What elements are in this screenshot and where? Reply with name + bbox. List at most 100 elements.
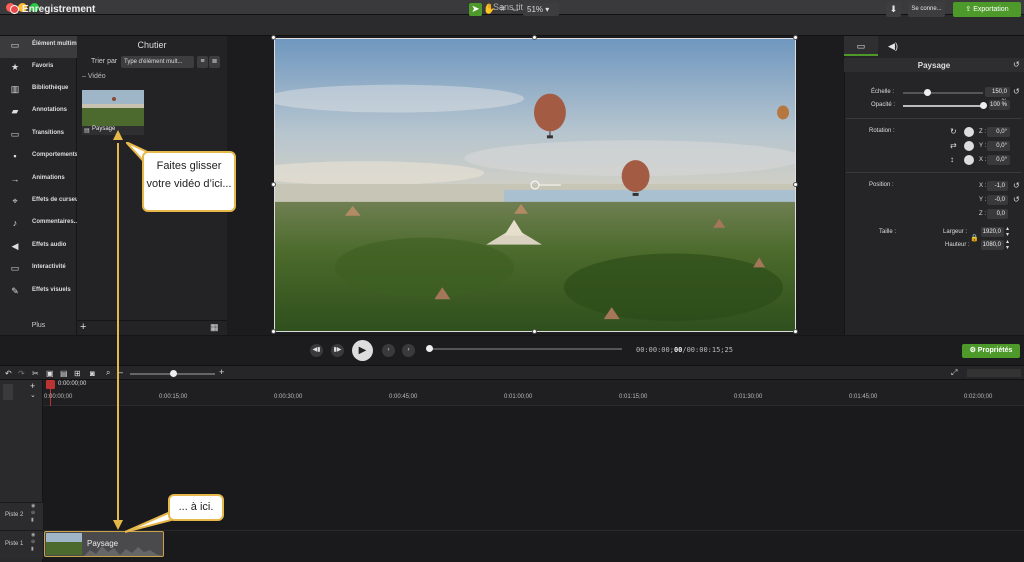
tick-label: 0:01:15;00: [619, 394, 648, 400]
rotation-y-dial[interactable]: [964, 141, 974, 151]
scale-field[interactable]: 150,0 %: [985, 87, 1010, 105]
connect-button[interactable]: Se conne...: [908, 2, 945, 17]
snapshot-icon[interactable]: ◙: [90, 369, 95, 378]
cut-icon[interactable]: ✂: [32, 369, 39, 378]
sidebar-more-button[interactable]: Plus: [0, 322, 77, 335]
rotation-x-field[interactable]: 0,0°: [987, 155, 1010, 165]
zoom-out-icon[interactable]: –: [118, 367, 123, 377]
redo-icon[interactable]: ↷: [18, 369, 25, 378]
next-marker-icon[interactable]: ›: [402, 344, 415, 357]
sort-direction-icon[interactable]: ≣: [209, 56, 220, 68]
position-z-field[interactable]: 0,0: [987, 209, 1008, 219]
zoom-select[interactable]: 51% ▾: [523, 3, 559, 16]
sidebar-item-media[interactable]: ▭ Élément multim...: [0, 36, 82, 58]
opacity-field[interactable]: 100 %: [989, 100, 1010, 110]
opacity-slider-handle[interactable]: [980, 102, 987, 109]
width-field[interactable]: 1920,0: [981, 227, 1004, 237]
previous-frame-icon[interactable]: ◀▮: [310, 344, 323, 357]
resize-handle-right[interactable]: [793, 182, 798, 187]
sidebar-item-narration[interactable]: ♪ Commentaires...: [0, 214, 79, 236]
sidebar-item-label: Animations: [32, 175, 65, 181]
sidebar-item-annotations[interactable]: ▰ Annotations: [0, 102, 77, 124]
rotation-z-label: Z :: [979, 129, 986, 135]
undo-icon[interactable]: ↶: [5, 369, 12, 378]
resize-handle-bottom-left[interactable]: [271, 329, 276, 334]
resize-handle-bottom[interactable]: [532, 329, 537, 334]
sidebar-item-cursor-effects[interactable]: ⌖ Effets de curseur: [0, 192, 81, 214]
crop-tool-icon[interactable]: ⌗: [496, 3, 509, 16]
sort-select[interactable]: Type d'élément mult...: [121, 56, 194, 68]
tab-visual-properties[interactable]: ▭: [844, 36, 878, 56]
step-forward-icon[interactable]: ▮▶: [331, 344, 344, 357]
bin-group-video[interactable]: – Vidéo: [82, 73, 106, 80]
scale-slider-handle[interactable]: [924, 89, 931, 96]
rotation-y-field[interactable]: 0,0°: [987, 141, 1010, 151]
sidebar-item-behaviors[interactable]: ▪ Comportements: [0, 147, 78, 169]
resize-handle-bottom-right[interactable]: [793, 329, 798, 334]
select-tool-icon[interactable]: ➤: [469, 3, 482, 16]
position-x-field[interactable]: -1,0: [987, 181, 1008, 191]
sidebar-item-audio-effects[interactable]: ◀ Effets audio: [0, 237, 77, 259]
resize-handle-top[interactable]: [532, 35, 537, 40]
export-button[interactable]: ⇪ Exportation: [953, 2, 1021, 17]
height-field[interactable]: 1080,0: [981, 240, 1004, 250]
playhead[interactable]: [46, 380, 55, 389]
previous-marker-icon[interactable]: ‹: [382, 344, 395, 357]
reset-scale-icon[interactable]: ↺: [1013, 87, 1020, 96]
record-button[interactable]: Enregistrement: [22, 4, 95, 15]
lock-icon[interactable]: 🔒: [970, 234, 979, 242]
rotation-z-dial[interactable]: [964, 127, 974, 137]
resize-handle-left[interactable]: [271, 182, 276, 187]
timeline-zoom-handle[interactable]: [170, 370, 177, 377]
playhead-time: 0:00:00;00: [58, 381, 87, 387]
download-icon[interactable]: ⬇: [886, 2, 901, 17]
sidebar-item-favorites[interactable]: ★ Favoris: [0, 58, 77, 80]
rotation-z-field[interactable]: 0,0°: [987, 127, 1010, 137]
timeline-tracks[interactable]: [43, 406, 1024, 562]
sidebar-item-library[interactable]: ▥ Bibliothèque: [0, 80, 77, 102]
rotation-x-dial[interactable]: [964, 155, 974, 165]
video-preview[interactable]: [274, 38, 796, 332]
scrub-bar[interactable]: [429, 348, 622, 350]
sort-order-icon[interactable]: ≡: [197, 56, 208, 68]
detach-timeline-icon[interactable]: ⤢: [951, 368, 957, 378]
opacity-slider[interactable]: [903, 105, 983, 107]
timeline-ruler[interactable]: [43, 380, 1024, 406]
split-icon[interactable]: ⊞: [74, 369, 81, 378]
resize-handle-top-left[interactable]: [271, 35, 276, 40]
position-y-label: Y :: [979, 197, 987, 203]
add-media-icon[interactable]: +: [80, 321, 86, 333]
reset-position-icon[interactable]: ↺: [1013, 181, 1020, 190]
track-controls-icon[interactable]: ◉ ⊖ ▮: [31, 532, 35, 553]
zoom-value: 51%: [527, 5, 544, 14]
copy-icon[interactable]: ▣: [46, 369, 54, 378]
grid-view-icon[interactable]: ▦: [210, 322, 219, 333]
sidebar-item-visual-effects[interactable]: ✎ Effets visuels: [0, 282, 77, 304]
resize-handle-top-right[interactable]: [793, 35, 798, 40]
microphone-icon: ♪: [12, 218, 18, 228]
tab-audio-properties[interactable]: ◀): [878, 36, 908, 56]
sidebar-item-interactivity[interactable]: ▭ Interactivité: [0, 259, 77, 281]
collapse-tracks-icon[interactable]: ⌄: [30, 391, 36, 399]
timeline-search[interactable]: [967, 369, 1021, 377]
width-stepper[interactable]: ▴ ▾: [1006, 226, 1009, 238]
fit-tool-icon[interactable]: ⇔: [509, 3, 522, 16]
track-controls-icon[interactable]: ◉ ⊖ ▮: [31, 503, 35, 524]
height-stepper[interactable]: ▴ ▾: [1006, 239, 1009, 251]
zoom-in-icon[interactable]: +: [219, 367, 224, 377]
record-icon[interactable]: [10, 5, 19, 14]
sidebar-item-transitions[interactable]: ▭ Transitions: [0, 125, 77, 147]
media-thumbnail[interactable]: [82, 90, 144, 126]
position-y-field[interactable]: -0,0: [987, 195, 1008, 205]
reset-icon[interactable]: ↺: [1013, 60, 1020, 69]
properties-button[interactable]: ⚙ Propriétés: [962, 344, 1020, 358]
scrub-handle[interactable]: [426, 345, 433, 352]
cursor-icon: ⌖: [12, 196, 18, 206]
play-button[interactable]: ▶: [352, 340, 373, 361]
scale-slider[interactable]: [903, 92, 983, 94]
add-track-icon[interactable]: +: [30, 381, 35, 391]
pan-tool-icon[interactable]: ✋: [483, 3, 496, 16]
paste-icon[interactable]: ▤: [60, 369, 68, 378]
sidebar-item-animations[interactable]: → Animations: [0, 170, 77, 192]
reset-position-y-icon[interactable]: ↺: [1013, 195, 1020, 204]
